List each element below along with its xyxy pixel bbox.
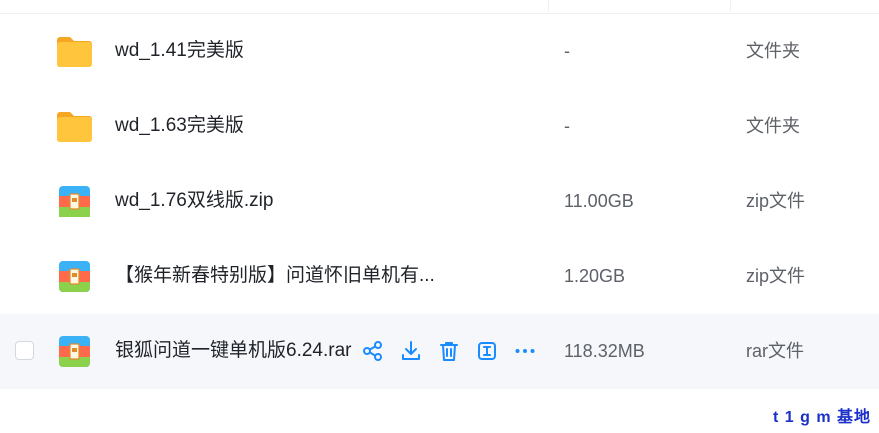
more-icon[interactable]	[513, 339, 537, 363]
file-size: 1.20GB	[564, 266, 626, 286]
file-type: 文件夹	[746, 41, 800, 61]
delete-icon[interactable]	[437, 339, 461, 363]
row-actions	[361, 338, 551, 364]
file-row[interactable]: 【猴年新春特别版】问道怀旧单机有... 1.20GB zip文件	[0, 239, 879, 314]
file-name[interactable]: wd_1.63完美版	[115, 114, 244, 138]
file-row[interactable]: wd_1.76双线版.zip 11.00GB zip文件	[0, 164, 879, 239]
file-name[interactable]: wd_1.76双线版.zip	[115, 189, 273, 213]
file-name[interactable]: wd_1.41完美版	[115, 39, 244, 63]
folder-icon	[56, 108, 93, 145]
file-row[interactable]: wd_1.41完美版 - 文件夹	[0, 14, 879, 89]
row-checkbox[interactable]	[15, 341, 34, 360]
watermark: t 1 g m 基地	[772, 409, 871, 426]
file-type: 文件夹	[746, 116, 800, 136]
archive-icon	[56, 333, 93, 370]
file-name[interactable]: 银狐问道一键单机版6.24.rar	[115, 339, 351, 363]
share-icon[interactable]	[361, 339, 385, 363]
column-divider	[730, 0, 731, 12]
file-type: zip文件	[746, 266, 806, 286]
folder-icon	[56, 33, 93, 70]
file-row[interactable]: 银狐问道一键单机版6.24.rar 118.32MB rar文件	[0, 314, 879, 389]
file-size: 118.32MB	[564, 341, 645, 361]
file-size: -	[564, 116, 570, 136]
file-type: zip文件	[746, 191, 806, 211]
archive-icon	[56, 258, 93, 295]
file-name[interactable]: 【猴年新春特别版】问道怀旧单机有...	[115, 264, 435, 288]
file-size: -	[564, 41, 570, 61]
file-list: wd_1.41完美版 - 文件夹 wd_1.63完美版 - 文件夹 wd_1.7…	[0, 14, 879, 389]
table-header-strip	[0, 0, 879, 14]
column-divider	[548, 0, 549, 12]
rename-icon[interactable]	[475, 339, 499, 363]
file-size: 11.00GB	[564, 191, 634, 211]
download-icon[interactable]	[399, 339, 423, 363]
file-type: rar文件	[746, 341, 804, 361]
archive-icon	[56, 183, 93, 220]
file-row[interactable]: wd_1.63完美版 - 文件夹	[0, 89, 879, 164]
